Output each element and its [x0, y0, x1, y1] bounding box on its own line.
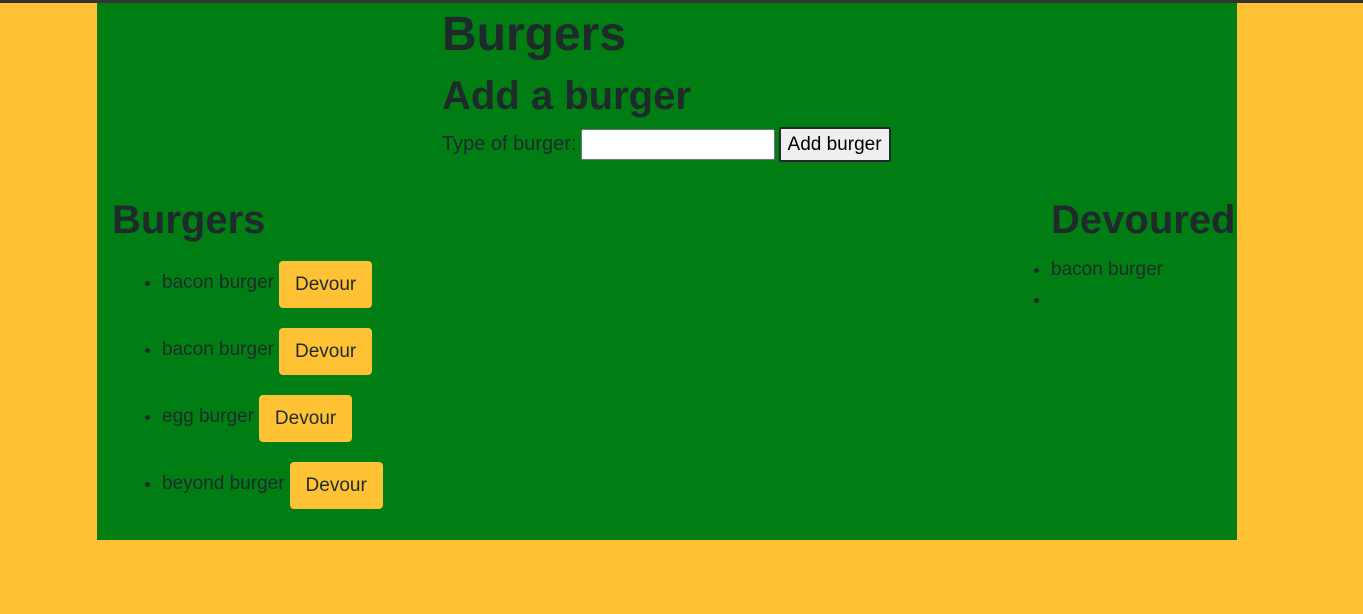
devoured-item: bacon burger	[1051, 258, 1236, 288]
main-container: Burgers Add a burger Type of burger: Add…	[97, 3, 1237, 540]
list-item: bacon burger Devour	[162, 328, 383, 395]
list-item: egg burger Devour	[162, 395, 383, 462]
devour-button[interactable]: Devour	[278, 328, 373, 375]
devoured-item	[1051, 288, 1236, 318]
devoured-column: Devoured bacon burger	[1051, 198, 1236, 318]
burger-name: beyond burger	[162, 473, 285, 494]
devour-button[interactable]: Devour	[278, 261, 373, 308]
burger-name: bacon burger	[162, 272, 274, 293]
burgers-column: Burgers bacon burger Devour bacon burger…	[112, 198, 383, 529]
devour-button[interactable]: Devour	[289, 462, 383, 509]
devoured-list: bacon burger	[1051, 258, 1236, 318]
devoured-heading: Devoured	[1051, 198, 1236, 242]
burger-name: bacon burger	[162, 339, 274, 360]
burger-type-label: Type of burger:	[442, 133, 577, 155]
add-burger-form: Type of burger: Add burger	[442, 127, 891, 162]
header: Burgers Add a burger Type of burger: Add…	[442, 3, 891, 162]
burger-name: egg burger	[162, 406, 254, 427]
page-title: Burgers	[442, 8, 627, 61]
list-item: bacon burger Devour	[162, 261, 383, 328]
add-burger-heading: Add a burger	[442, 74, 691, 118]
devour-button[interactable]: Devour	[258, 395, 353, 442]
burgers-heading: Burgers	[112, 198, 266, 242]
list-item: beyond burger Devour	[162, 462, 383, 529]
burger-type-input[interactable]	[580, 129, 775, 160]
add-burger-button[interactable]: Add burger	[778, 127, 891, 162]
burger-list: bacon burger Devour bacon burger Devour …	[112, 261, 383, 529]
